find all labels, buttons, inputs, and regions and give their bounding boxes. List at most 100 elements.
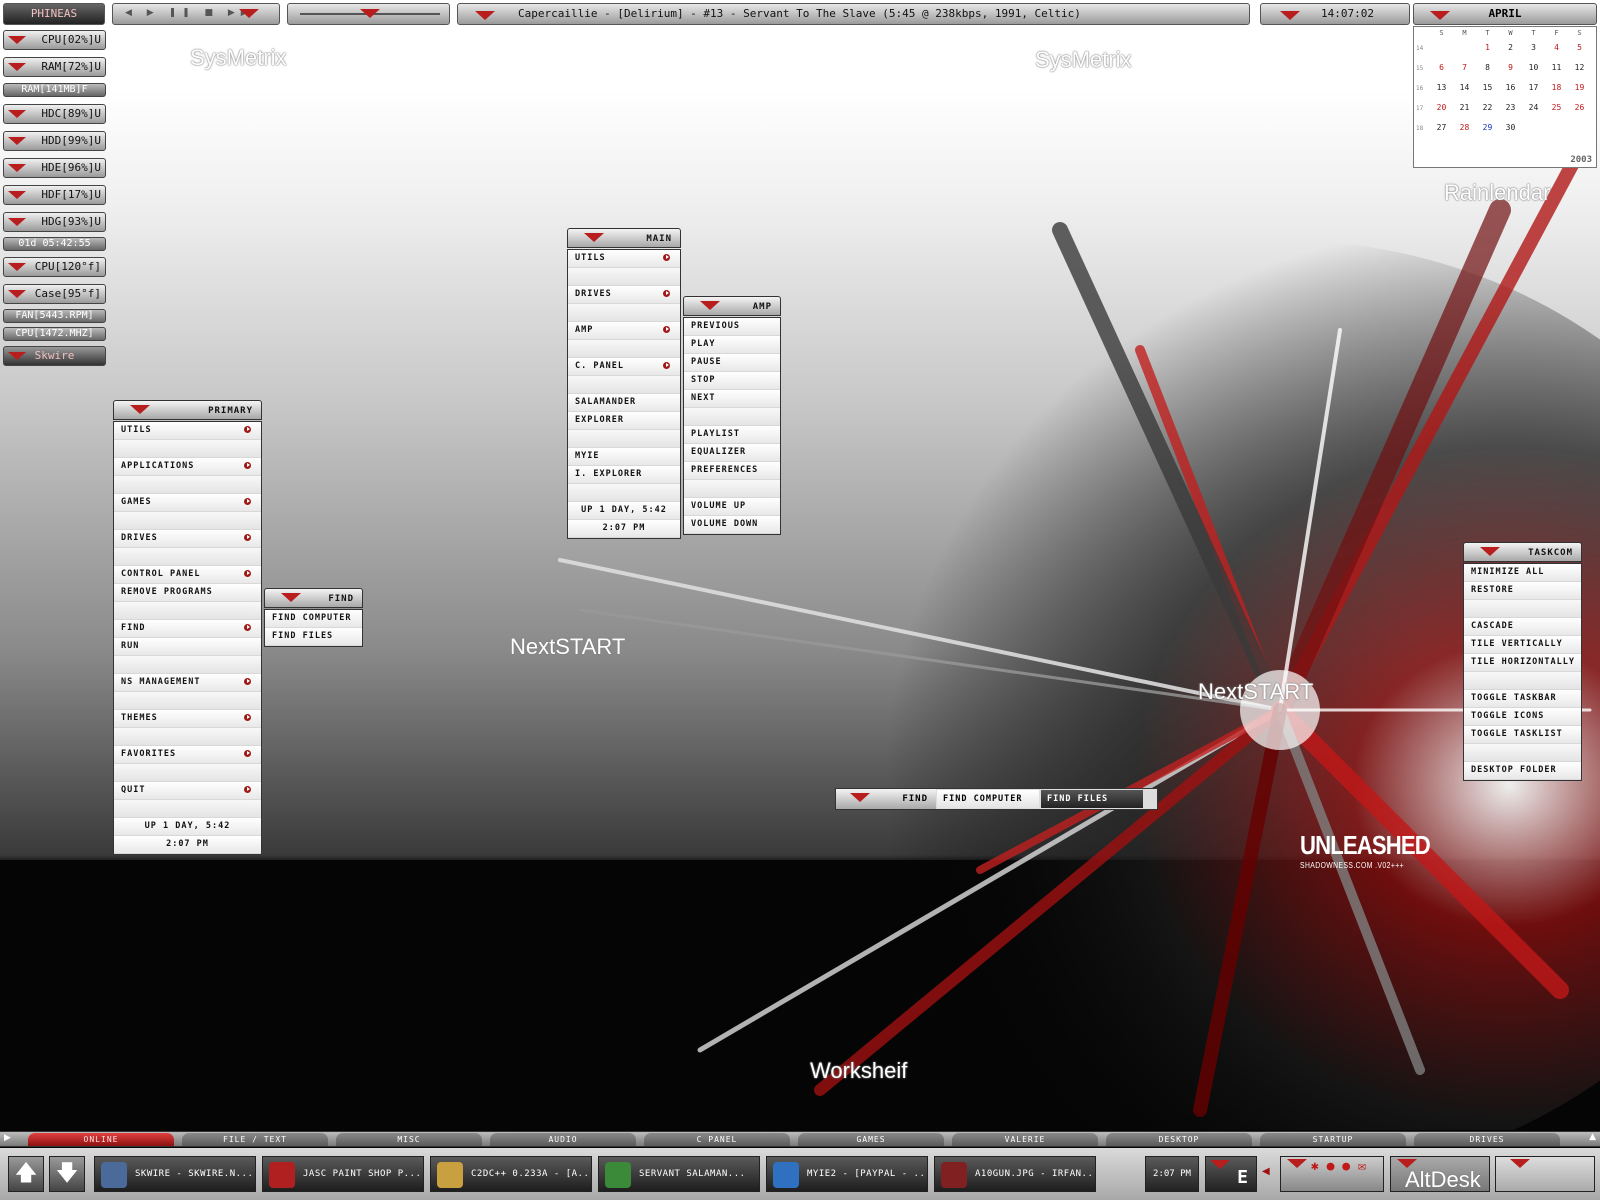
calendar-day[interactable]: 10 [1522, 57, 1545, 77]
main-menu-toggle-icon[interactable] [584, 233, 604, 242]
calendar-day[interactable]: 26 [1568, 97, 1591, 117]
sysmetrix-item-menu-icon[interactable] [8, 263, 26, 271]
calendar-day[interactable]: 3 [1522, 37, 1545, 57]
taskbar-task[interactable]: Skwire - Skwire.n... [94, 1156, 256, 1192]
amp-menu-item[interactable]: Preferences [684, 462, 780, 480]
calendar-day[interactable]: 27 [1430, 117, 1453, 137]
tab-audio[interactable]: AUDIO [490, 1133, 636, 1146]
taskcom-menu-item[interactable]: Minimize All [1464, 564, 1581, 582]
amp-menu-item[interactable]: Stop [684, 372, 780, 390]
primary-menu-item[interactable]: Quit [114, 782, 261, 800]
sysmetrix-item[interactable]: HDE[96%]U [3, 158, 106, 178]
calendar-day[interactable]: 16 [1499, 77, 1522, 97]
find-toolbar-header[interactable]: FIND [836, 789, 936, 809]
calendar-day[interactable]: 28 [1453, 117, 1476, 137]
sysmetrix-item-menu-icon[interactable] [8, 110, 26, 118]
calendar-day[interactable]: 18 [1545, 77, 1568, 97]
sysmetrix-item[interactable]: RAM[72%]U [3, 57, 106, 77]
primary-menu-toggle-icon[interactable] [130, 405, 150, 414]
taskbar-task[interactable]: C2DC++ 0.233a - [A... [430, 1156, 592, 1192]
calendar-day[interactable]: 7 [1453, 57, 1476, 77]
calendar-day[interactable]: 13 [1430, 77, 1453, 97]
sysmetrix-item[interactable]: HDG[93%]U [3, 212, 106, 232]
sysmetrix-item[interactable]: HDD[99%]U [3, 131, 106, 151]
calendar-day[interactable]: 12 [1568, 57, 1591, 77]
taskcom-menu-item[interactable]: Restore [1464, 582, 1581, 600]
system-tray[interactable]: ✱ ● ● ✉ [1280, 1156, 1384, 1192]
sysmetrix-item[interactable]: CPU[02%]U [3, 30, 106, 50]
user-button[interactable]: PHINEAS [3, 3, 105, 25]
sysmetrix-item[interactable]: RAM[141MB]F [3, 83, 106, 97]
volume-knob-icon[interactable] [360, 9, 380, 18]
altdesk-extra-menu-icon[interactable] [1510, 1159, 1530, 1168]
amp-menu-item[interactable]: Volume Down [684, 516, 780, 534]
amp-menu-toggle-icon[interactable] [700, 301, 720, 310]
find-toolbar[interactable]: FIND FIND COMPUTER FIND FILES [835, 788, 1158, 810]
main-menu-item[interactable]: Amp [568, 322, 680, 340]
tray-menu-icon[interactable] [1210, 1160, 1230, 1169]
main-menu-item[interactable]: I. Explorer [568, 466, 680, 484]
tabbar-right-arrow-icon[interactable]: ▲ [1589, 1132, 1596, 1142]
main-menu-item[interactable]: MyIE [568, 448, 680, 466]
find-toolbar-toggle-icon[interactable] [850, 793, 870, 802]
sysmetrix-item-menu-icon[interactable] [8, 137, 26, 145]
calendar-day[interactable]: 6 [1430, 57, 1453, 77]
rainlendar-calendar[interactable]: 14 15 16 17 18 SMTWTFS 1 2 3 4 5 6 7 8 9 10 11 12 13 14 15… [1413, 26, 1597, 168]
sysmetrix-item[interactable]: FAN[5443.RPM] [3, 309, 106, 323]
sysmetrix-item[interactable]: 01d 05:42:55 [3, 237, 106, 251]
main-menu-item[interactable]: C. Panel [568, 358, 680, 376]
sysmetrix-item[interactable]: HDF[17%]U [3, 185, 106, 205]
tray-menu-button[interactable]: E [1205, 1156, 1257, 1192]
amp-menu-item[interactable]: Pause [684, 354, 780, 372]
primary-menu-item[interactable]: Utils [114, 422, 261, 440]
tab-desktop[interactable]: DESKTOP [1106, 1133, 1252, 1146]
taskcom-menu[interactable]: Minimize All Restore Cascade Tile Verticall… [1463, 563, 1582, 781]
taskbar-task[interactable]: Servant Salaman... [598, 1156, 760, 1192]
calendar-day[interactable]: 25 [1545, 97, 1568, 117]
amp-menu-item[interactable]: Equalizer [684, 444, 780, 462]
taskcom-menu-item[interactable]: Toggle Icons [1464, 708, 1581, 726]
calendar-day[interactable]: 4 [1545, 37, 1568, 57]
tab-file-text[interactable]: FILE / TEXT [182, 1133, 328, 1146]
tab-c-panel[interactable]: C PANEL [644, 1133, 790, 1146]
primary-menu-item[interactable]: Favorites [114, 746, 261, 764]
calendar-day[interactable]: 20 [1430, 97, 1453, 117]
primary-menu[interactable]: Utils Applications Games Drives Control Pane… [113, 421, 262, 855]
calendar-grid[interactable]: SMTWTFS 1 2 3 4 5 6 7 8 9 10 11 12 13 14 15 16 17 18 19 20 2… [1430, 28, 1591, 137]
main-menu-item[interactable]: Salamander [568, 394, 680, 412]
sysmetrix-item[interactable]: CPU[120°f] [3, 257, 106, 277]
calendar-day[interactable]: 24 [1522, 97, 1545, 117]
taskbar-task[interactable]: MyIE2 - [PayPal - ... [766, 1156, 928, 1192]
taskcom-menu-toggle-icon[interactable] [1480, 547, 1500, 556]
scroll-up-button[interactable]: 🡅 [8, 1156, 44, 1192]
clock-menu-icon[interactable] [1280, 11, 1300, 20]
amp-menu-item[interactable]: Previous [684, 318, 780, 336]
taskbar-task[interactable]: A10gun.jpg - Irfan... [934, 1156, 1096, 1192]
main-menu-item[interactable]: Drives [568, 286, 680, 304]
calendar-day[interactable]: 22 [1476, 97, 1499, 117]
main-menu-item[interactable]: Utils [568, 250, 680, 268]
find-computer-button[interactable]: FIND COMPUTER [937, 790, 1039, 808]
amp-menu-item[interactable]: Next [684, 390, 780, 408]
tab-drives[interactable]: DRIVES [1414, 1133, 1560, 1146]
tray-left-arrow-icon[interactable]: ◀ [1262, 1166, 1270, 1177]
sysmetrix-item-menu-icon[interactable] [8, 164, 26, 172]
sysmetrix-item[interactable]: CPU[1472.MHZ] [3, 327, 106, 341]
calendar-day[interactable]: 23 [1499, 97, 1522, 117]
tabbar-left-arrow-icon[interactable]: ▶ [4, 1133, 11, 1143]
scroll-down-button[interactable]: 🡇 [49, 1156, 85, 1192]
player-menu-icon[interactable] [239, 9, 259, 18]
calendar-day[interactable]: 2 [1499, 37, 1522, 57]
amp-menu-item[interactable]: Play [684, 336, 780, 354]
calendar-menu-icon[interactable] [1430, 11, 1450, 20]
sysmetrix-item-menu-icon[interactable] [8, 36, 26, 44]
primary-menu-header[interactable]: PRIMARY [113, 400, 262, 420]
calendar-day[interactable]: 1 [1476, 37, 1499, 57]
taskcom-menu-item[interactable]: Cascade [1464, 618, 1581, 636]
system-tray-menu-icon[interactable] [1287, 1159, 1307, 1168]
amp-menu-item[interactable]: Playlist [684, 426, 780, 444]
find-menu-toggle-icon[interactable] [281, 593, 301, 602]
calendar-day[interactable]: 9 [1499, 57, 1522, 77]
primary-menu-item[interactable]: NS Management [114, 674, 261, 692]
taskcom-menu-item[interactable]: Toggle Tasklist [1464, 726, 1581, 744]
